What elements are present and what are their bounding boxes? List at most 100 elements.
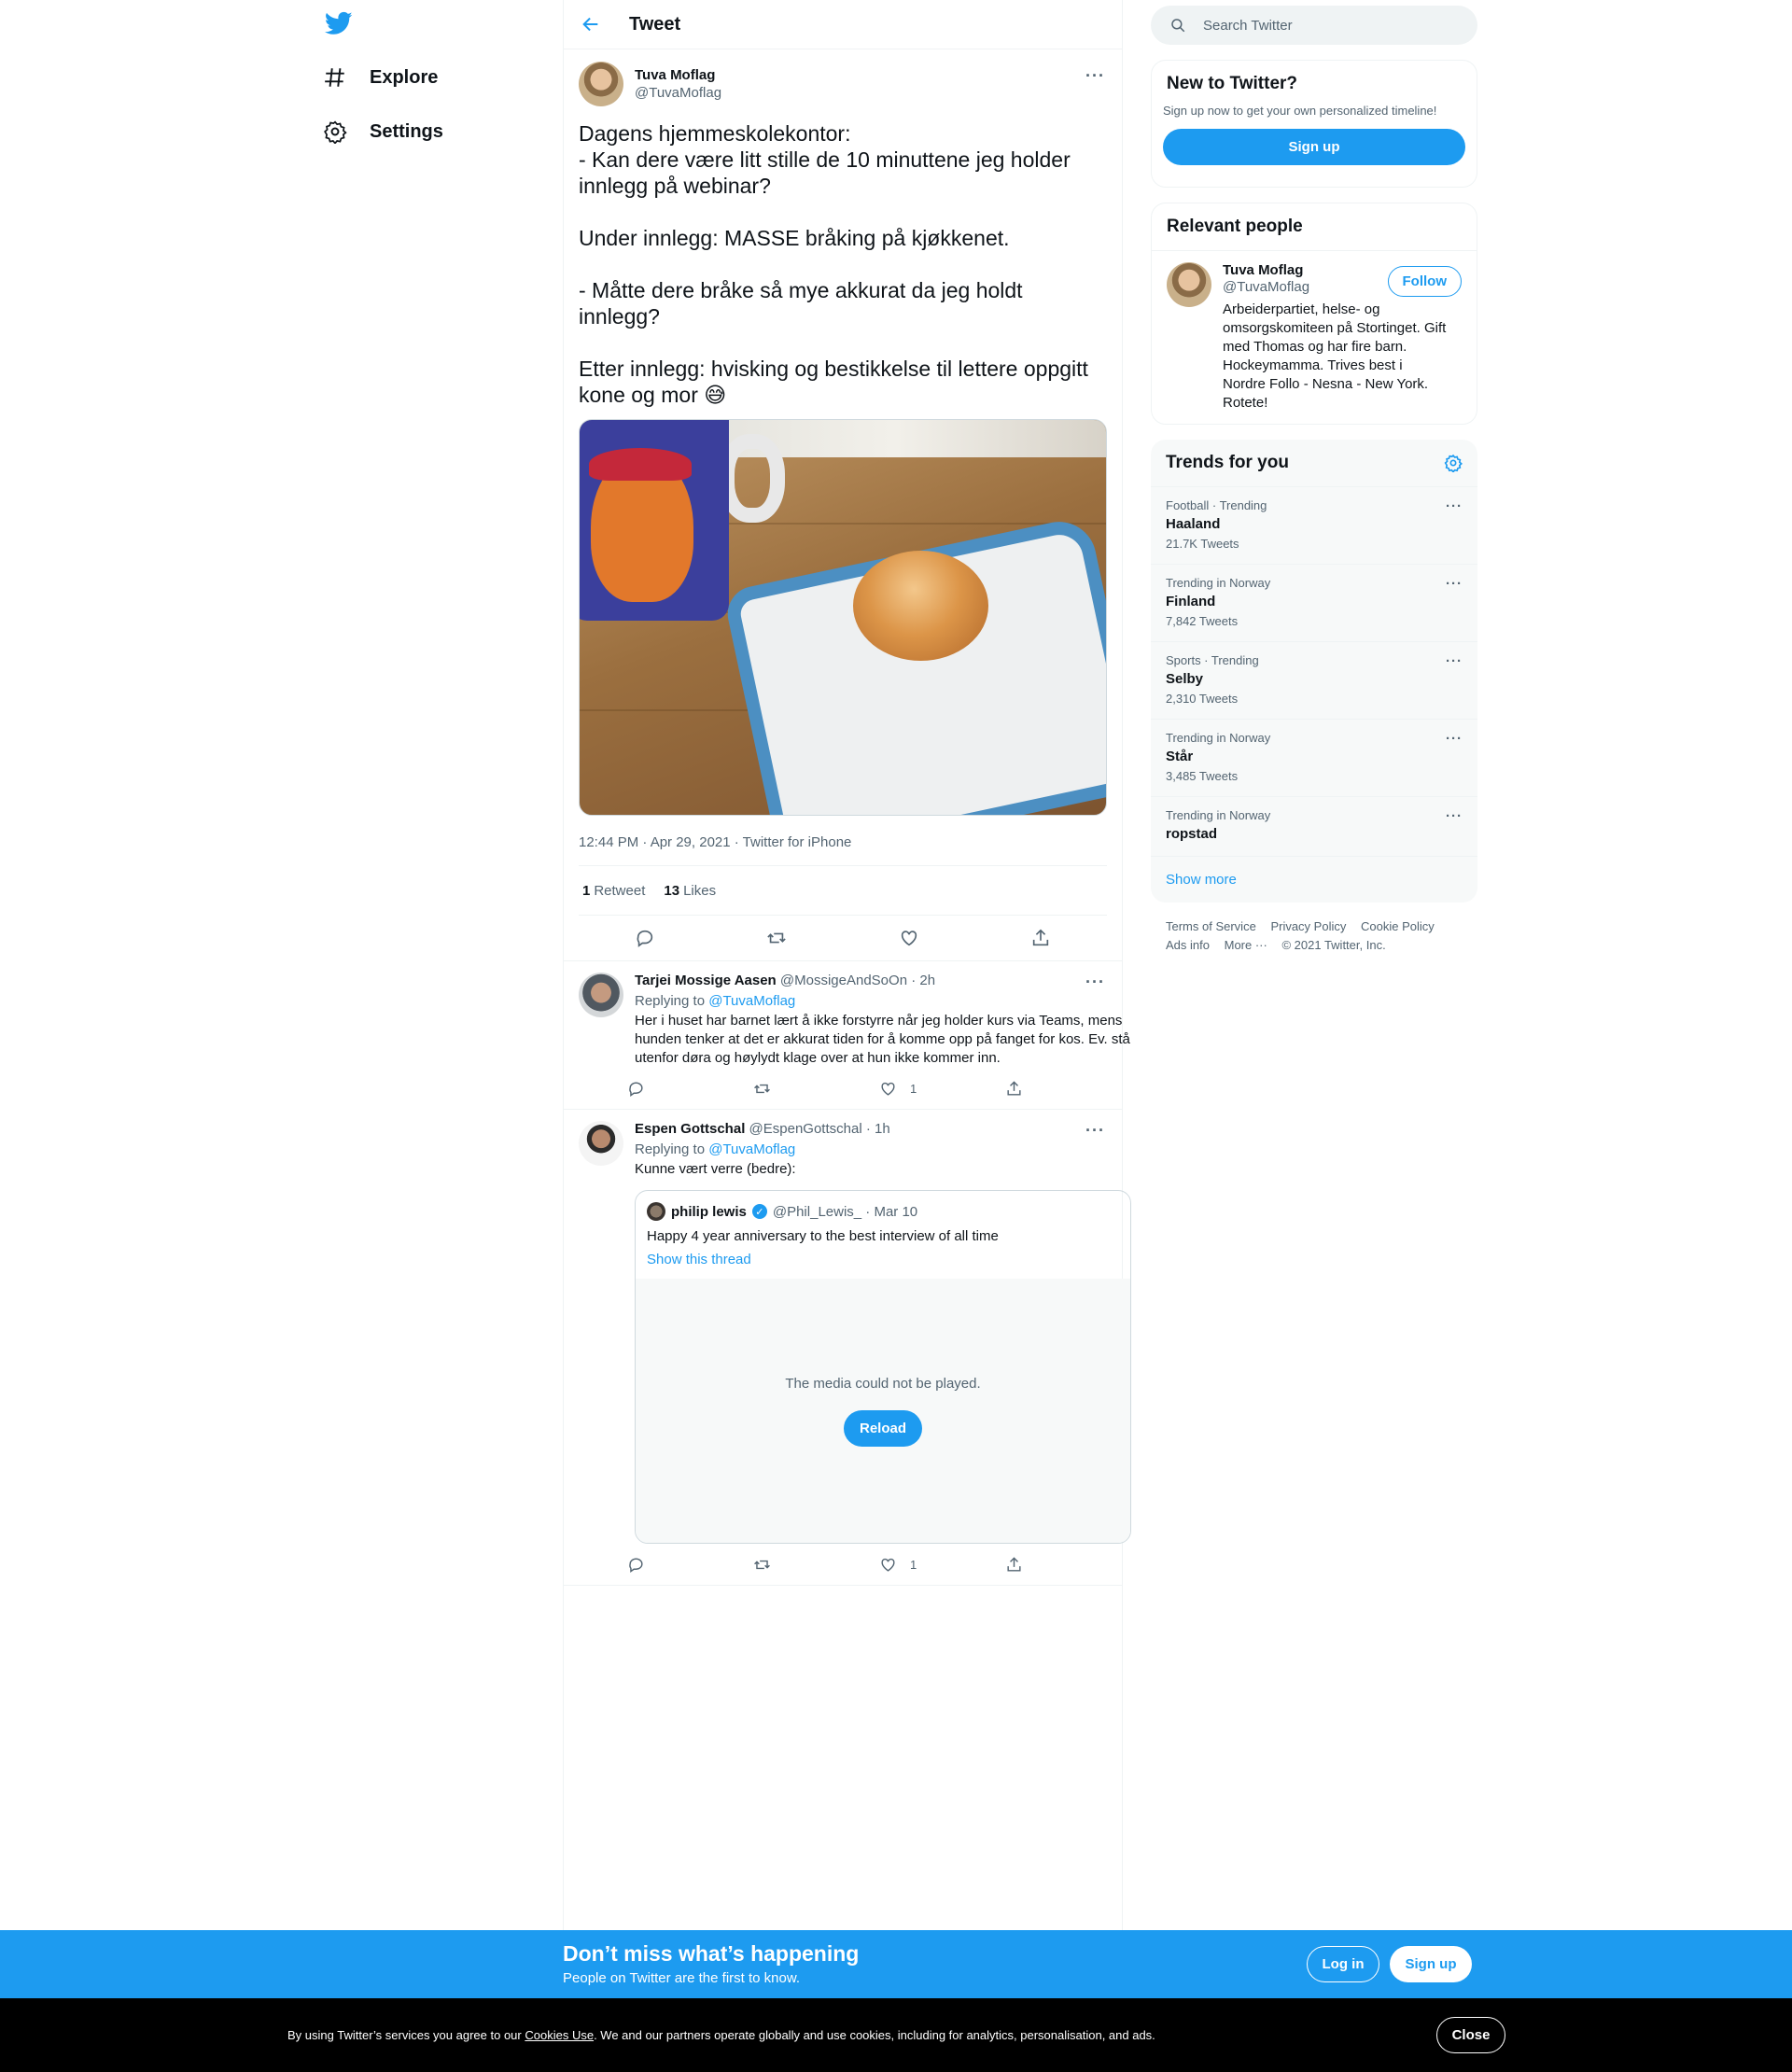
avatar[interactable]: [579, 62, 623, 106]
cookie-link[interactable]: Cookie Policy: [1361, 919, 1435, 933]
privacy-link[interactable]: Privacy Policy: [1270, 919, 1346, 933]
share-icon[interactable]: [1030, 928, 1051, 948]
nav-settings[interactable]: Settings: [323, 108, 443, 155]
avatar[interactable]: [1167, 262, 1211, 307]
signup-button[interactable]: Sign up: [1163, 129, 1465, 165]
like-count: 1: [910, 1557, 917, 1572]
search-bar[interactable]: Search Twitter: [1151, 6, 1477, 45]
replying-to-link[interactable]: @TuvaMoflag: [708, 993, 795, 1009]
new-to-twitter-card: New to Twitter? Sign up now to get your …: [1151, 60, 1477, 188]
replying-to: Replying to @TuvaMoflag: [635, 993, 796, 1009]
tweet-timestamp[interactable]: 12:44 PM · Apr 29, 2021 · Twitter for iP…: [579, 834, 1107, 866]
avatar[interactable]: [579, 973, 623, 1017]
share-icon[interactable]: [1005, 1556, 1023, 1574]
more-options-icon[interactable]: ···: [1446, 576, 1463, 592]
show-more-link[interactable]: Show more: [1151, 857, 1477, 903]
nav-explore-label: Explore: [370, 66, 439, 88]
footer-links: Terms of Service Privacy Policy Cookie P…: [1151, 903, 1477, 955]
reply-icon[interactable]: [635, 928, 655, 948]
like-icon[interactable]: [879, 1556, 897, 1574]
more-options-icon[interactable]: ···: [1085, 973, 1105, 992]
quote-handle-time: @Phil_Lewis_ · Mar 10: [772, 1203, 918, 1220]
reply-author-name[interactable]: Tarjei Mossige Aasen: [635, 973, 777, 988]
retweets-stat[interactable]: 1 Retweet: [582, 883, 645, 899]
search-input[interactable]: Search Twitter: [1203, 18, 1293, 34]
nav-settings-label: Settings: [370, 120, 443, 142]
bun: [853, 551, 988, 661]
gear-icon: [324, 120, 347, 144]
divider: [564, 1585, 1122, 1586]
author-name[interactable]: Tuva Moflag: [635, 67, 721, 83]
likes-stat[interactable]: 13 Likes: [664, 883, 716, 899]
person-bio: Arbeiderpartiet, helse- og omsorgskomite…: [1223, 301, 1447, 411]
follow-button[interactable]: Follow: [1387, 266, 1462, 297]
replying-to-link[interactable]: @TuvaMoflag: [708, 1141, 795, 1157]
ads-info-link[interactable]: Ads info: [1166, 938, 1210, 952]
card-title: New to Twitter?: [1167, 74, 1298, 93]
like-count: 1: [910, 1081, 917, 1096]
more-options-icon[interactable]: ···: [1446, 653, 1463, 669]
reply-text: Her i huset har barnet lært å ikke forst…: [635, 1013, 1130, 1066]
cookie-text: By using Twitter’s services you agree to…: [287, 2028, 1155, 2042]
page-title: Tweet: [629, 13, 681, 35]
more-options-icon[interactable]: ···: [1446, 808, 1463, 824]
trend-item[interactable]: Trending in Norway Finland 7,842 Tweets …: [1151, 565, 1477, 642]
reply-handle-time[interactable]: @EspenGottschal · 1h: [749, 1121, 890, 1137]
media-player[interactable]: The media could not be played. Reload: [636, 1279, 1130, 1543]
cookies-use-link[interactable]: Cookies Use: [525, 2028, 594, 2042]
back-arrow-icon[interactable]: [581, 14, 601, 35]
card-title: Trends for you: [1166, 453, 1289, 472]
share-icon[interactable]: [1005, 1080, 1023, 1098]
retweet-icon[interactable]: [766, 928, 787, 948]
banner-headline: Don’t miss what’s happening: [563, 1941, 860, 1966]
verified-badge-icon: ✓: [751, 1204, 767, 1219]
tweet-author[interactable]: Tuva Moflag @TuvaMoflag: [579, 61, 1107, 107]
settings-gear-icon[interactable]: [1444, 454, 1463, 472]
signup-button[interactable]: Sign up: [1390, 1946, 1472, 1982]
more-link[interactable]: More ···: [1225, 938, 1267, 952]
avatar: [647, 1202, 665, 1221]
copyright: © 2021 Twitter, Inc.: [1281, 938, 1386, 952]
hashtag-icon: [325, 68, 344, 87]
tweet-photo[interactable]: [579, 419, 1107, 816]
close-button[interactable]: Close: [1436, 2017, 1505, 2053]
replying-to: Replying to @TuvaMoflag: [635, 1141, 796, 1157]
more-options-icon[interactable]: ···: [1446, 731, 1463, 747]
reply-icon[interactable]: [627, 1080, 645, 1098]
quoted-tweet[interactable]: philip lewis ✓ @Phil_Lewis_ · Mar 10 Hap…: [635, 1190, 1131, 1544]
more-options-icon[interactable]: ···: [1085, 1121, 1105, 1141]
retweet-icon[interactable]: [753, 1080, 771, 1098]
reply-tweet[interactable]: Espen Gottschal @EspenGottschal · 1h Rep…: [564, 1109, 1131, 1585]
trend-item[interactable]: Trending in Norway ropstad ···: [1151, 797, 1477, 857]
trend-item[interactable]: Football · Trending Haaland 21.7K Tweets…: [1151, 487, 1477, 565]
trend-item[interactable]: Sports · Trending Selby 2,310 Tweets ···: [1151, 642, 1477, 720]
author-handle[interactable]: @TuvaMoflag: [635, 85, 721, 101]
reply-icon[interactable]: [627, 1556, 645, 1574]
reply-tweet[interactable]: Tarjei Mossige Aasen @MossigeAndSoOn · 2…: [564, 960, 1130, 1109]
mug-handle: [720, 434, 785, 523]
search-icon: [1171, 19, 1185, 33]
trends-card: Trends for you Football · Trending Haala…: [1151, 440, 1477, 903]
trend-item[interactable]: Trending in Norway Står 3,485 Tweets ···: [1151, 720, 1477, 797]
reload-button[interactable]: Reload: [843, 1409, 922, 1447]
person-item[interactable]: Tuva Moflag @TuvaMoflag Arbeiderpartiet,…: [1152, 251, 1477, 424]
more-options-icon[interactable]: ···: [1446, 498, 1463, 514]
card-title: Relevant people: [1152, 203, 1477, 251]
reply-author-name[interactable]: Espen Gottschal: [635, 1121, 745, 1137]
more-options-icon[interactable]: ···: [1085, 66, 1105, 86]
reply-actions: 1: [627, 1544, 1131, 1585]
nav-explore[interactable]: Explore: [323, 54, 438, 101]
right-sidebar: Search Twitter New to Twitter? Sign up n…: [1151, 0, 1477, 955]
show-thread-link[interactable]: Show this thread: [647, 1252, 1119, 1267]
tweet-actions: [579, 916, 1107, 960]
terms-link[interactable]: Terms of Service: [1166, 919, 1256, 933]
twitter-bird-logo-icon[interactable]: [323, 9, 355, 37]
like-icon[interactable]: [899, 928, 919, 948]
like-icon[interactable]: [879, 1080, 897, 1098]
avatar[interactable]: [579, 1121, 623, 1166]
quote-text: Happy 4 year anniversary to the best int…: [647, 1228, 999, 1244]
main-column: Tweet Tuva Moflag @TuvaMoflag ··· Dagens…: [563, 0, 1131, 1930]
reply-handle-time[interactable]: @MossigeAndSoOn · 2h: [780, 973, 935, 988]
login-button[interactable]: Log in: [1307, 1946, 1379, 1982]
retweet-icon[interactable]: [753, 1556, 771, 1574]
